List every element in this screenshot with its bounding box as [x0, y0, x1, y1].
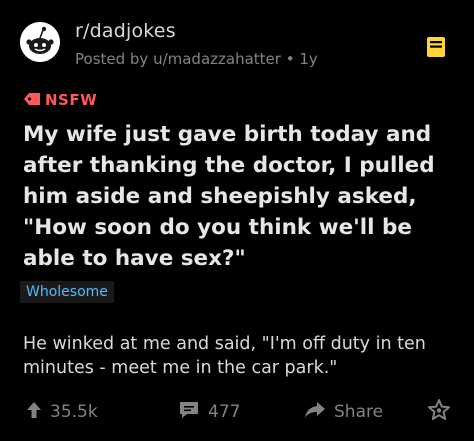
upvote-arrow-icon[interactable] [26, 401, 50, 424]
post-title[interactable]: My wife just gave birth today and after … [23, 119, 463, 274]
comments-button[interactable]: 477 [178, 396, 240, 428]
award-button[interactable] [428, 396, 458, 428]
save-bookmark-icon[interactable] [426, 36, 446, 58]
nsfw-tag: NSFW [23, 90, 97, 110]
upvote-button[interactable]: 35.5k [26, 396, 98, 428]
nsfw-label: NSFW [45, 91, 98, 109]
award-icon[interactable] [428, 398, 458, 426]
comment-bubble-icon[interactable] [178, 400, 208, 425]
share-label: Share [334, 402, 384, 422]
post-flair[interactable]: Wholesome [20, 281, 114, 303]
post-body: He winked at me and said, "I'm off duty … [23, 334, 426, 378]
upvote-count: 35.5k [50, 402, 98, 422]
comment-count: 477 [208, 402, 241, 422]
subreddit-avatar-icon[interactable] [20, 22, 60, 62]
posted-by-text: Posted by u/madazzahatter • 1y [75, 50, 318, 68]
action-bar: 35.5k 477 Share [0, 396, 474, 428]
share-arrow-icon[interactable] [304, 401, 334, 424]
share-button[interactable]: Share [304, 396, 383, 428]
post-header: r/dadjokes Posted by u/madazzahatter • 1… [20, 14, 460, 74]
nsfw-tag-icon [23, 91, 41, 110]
subreddit-name[interactable]: r/dadjokes [75, 20, 176, 42]
